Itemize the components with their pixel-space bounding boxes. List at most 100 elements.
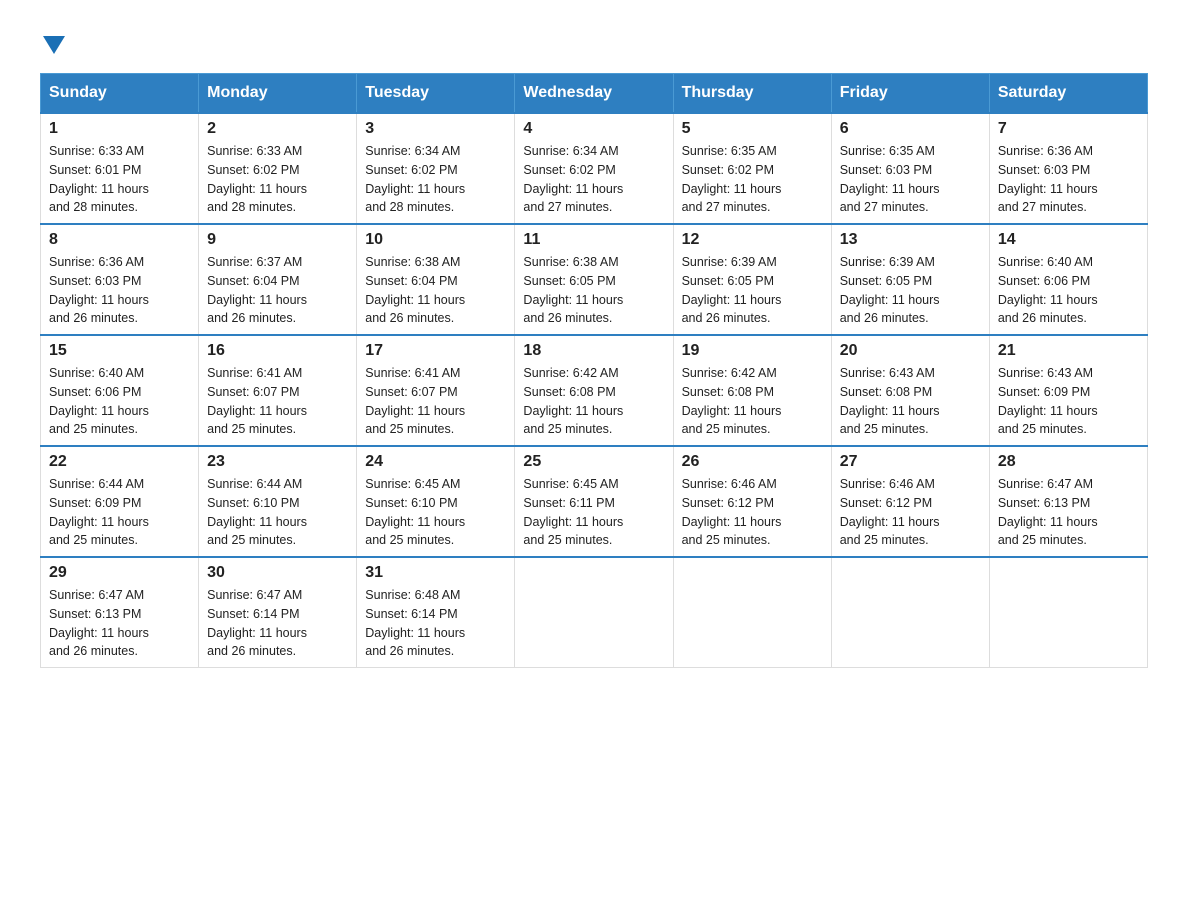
calendar-cell: [515, 557, 673, 668]
calendar-cell: 31 Sunrise: 6:48 AMSunset: 6:14 PMDaylig…: [357, 557, 515, 668]
calendar-cell: 23 Sunrise: 6:44 AMSunset: 6:10 PMDaylig…: [199, 446, 357, 557]
day-number: 30: [207, 564, 348, 582]
day-number: 9: [207, 231, 348, 249]
day-number: 15: [49, 342, 190, 360]
calendar-cell: 14 Sunrise: 6:40 AMSunset: 6:06 PMDaylig…: [989, 224, 1147, 335]
day-info: Sunrise: 6:36 AMSunset: 6:03 PMDaylight:…: [49, 255, 149, 325]
day-number: 12: [682, 231, 823, 249]
calendar-cell: 2 Sunrise: 6:33 AMSunset: 6:02 PMDayligh…: [199, 113, 357, 224]
day-number: 11: [523, 231, 664, 249]
day-number: 3: [365, 120, 506, 138]
day-info: Sunrise: 6:38 AMSunset: 6:05 PMDaylight:…: [523, 255, 623, 325]
day-number: 6: [840, 120, 981, 138]
day-number: 14: [998, 231, 1139, 249]
calendar-cell: 21 Sunrise: 6:43 AMSunset: 6:09 PMDaylig…: [989, 335, 1147, 446]
day-info: Sunrise: 6:47 AMSunset: 6:13 PMDaylight:…: [998, 477, 1098, 547]
day-info: Sunrise: 6:44 AMSunset: 6:09 PMDaylight:…: [49, 477, 149, 547]
day-info: Sunrise: 6:46 AMSunset: 6:12 PMDaylight:…: [682, 477, 782, 547]
day-number: 13: [840, 231, 981, 249]
day-info: Sunrise: 6:37 AMSunset: 6:04 PMDaylight:…: [207, 255, 307, 325]
header-row: SundayMondayTuesdayWednesdayThursdayFrid…: [41, 74, 1148, 114]
day-number: 18: [523, 342, 664, 360]
day-number: 7: [998, 120, 1139, 138]
day-info: Sunrise: 6:34 AMSunset: 6:02 PMDaylight:…: [523, 144, 623, 214]
day-info: Sunrise: 6:45 AMSunset: 6:10 PMDaylight:…: [365, 477, 465, 547]
day-number: 17: [365, 342, 506, 360]
day-info: Sunrise: 6:39 AMSunset: 6:05 PMDaylight:…: [682, 255, 782, 325]
day-number: 31: [365, 564, 506, 582]
day-info: Sunrise: 6:47 AMSunset: 6:13 PMDaylight:…: [49, 588, 149, 658]
calendar-cell: 4 Sunrise: 6:34 AMSunset: 6:02 PMDayligh…: [515, 113, 673, 224]
day-info: Sunrise: 6:36 AMSunset: 6:03 PMDaylight:…: [998, 144, 1098, 214]
calendar-cell: [673, 557, 831, 668]
day-number: 19: [682, 342, 823, 360]
calendar-cell: 8 Sunrise: 6:36 AMSunset: 6:03 PMDayligh…: [41, 224, 199, 335]
calendar-cell: 28 Sunrise: 6:47 AMSunset: 6:13 PMDaylig…: [989, 446, 1147, 557]
day-number: 23: [207, 453, 348, 471]
week-row-3: 15 Sunrise: 6:40 AMSunset: 6:06 PMDaylig…: [41, 335, 1148, 446]
day-info: Sunrise: 6:42 AMSunset: 6:08 PMDaylight:…: [682, 366, 782, 436]
header-saturday: Saturday: [989, 74, 1147, 114]
calendar-cell: 30 Sunrise: 6:47 AMSunset: 6:14 PMDaylig…: [199, 557, 357, 668]
day-number: 29: [49, 564, 190, 582]
page-header: [40, 30, 1148, 53]
day-info: Sunrise: 6:33 AMSunset: 6:01 PMDaylight:…: [49, 144, 149, 214]
calendar-cell: 13 Sunrise: 6:39 AMSunset: 6:05 PMDaylig…: [831, 224, 989, 335]
day-info: Sunrise: 6:35 AMSunset: 6:03 PMDaylight:…: [840, 144, 940, 214]
calendar-cell: 16 Sunrise: 6:41 AMSunset: 6:07 PMDaylig…: [199, 335, 357, 446]
week-row-2: 8 Sunrise: 6:36 AMSunset: 6:03 PMDayligh…: [41, 224, 1148, 335]
calendar-cell: 10 Sunrise: 6:38 AMSunset: 6:04 PMDaylig…: [357, 224, 515, 335]
day-info: Sunrise: 6:45 AMSunset: 6:11 PMDaylight:…: [523, 477, 623, 547]
logo: [40, 30, 65, 53]
calendar-cell: 18 Sunrise: 6:42 AMSunset: 6:08 PMDaylig…: [515, 335, 673, 446]
day-info: Sunrise: 6:40 AMSunset: 6:06 PMDaylight:…: [49, 366, 149, 436]
calendar-cell: 29 Sunrise: 6:47 AMSunset: 6:13 PMDaylig…: [41, 557, 199, 668]
day-info: Sunrise: 6:41 AMSunset: 6:07 PMDaylight:…: [207, 366, 307, 436]
week-row-1: 1 Sunrise: 6:33 AMSunset: 6:01 PMDayligh…: [41, 113, 1148, 224]
calendar-cell: 20 Sunrise: 6:43 AMSunset: 6:08 PMDaylig…: [831, 335, 989, 446]
header-wednesday: Wednesday: [515, 74, 673, 114]
day-number: 26: [682, 453, 823, 471]
calendar-cell: 22 Sunrise: 6:44 AMSunset: 6:09 PMDaylig…: [41, 446, 199, 557]
day-info: Sunrise: 6:34 AMSunset: 6:02 PMDaylight:…: [365, 144, 465, 214]
day-number: 27: [840, 453, 981, 471]
day-number: 25: [523, 453, 664, 471]
calendar-cell: 6 Sunrise: 6:35 AMSunset: 6:03 PMDayligh…: [831, 113, 989, 224]
day-number: 28: [998, 453, 1139, 471]
day-number: 22: [49, 453, 190, 471]
calendar-cell: [831, 557, 989, 668]
day-info: Sunrise: 6:41 AMSunset: 6:07 PMDaylight:…: [365, 366, 465, 436]
day-info: Sunrise: 6:38 AMSunset: 6:04 PMDaylight:…: [365, 255, 465, 325]
calendar-cell: [989, 557, 1147, 668]
calendar-cell: 3 Sunrise: 6:34 AMSunset: 6:02 PMDayligh…: [357, 113, 515, 224]
day-info: Sunrise: 6:35 AMSunset: 6:02 PMDaylight:…: [682, 144, 782, 214]
day-number: 20: [840, 342, 981, 360]
day-info: Sunrise: 6:39 AMSunset: 6:05 PMDaylight:…: [840, 255, 940, 325]
day-info: Sunrise: 6:44 AMSunset: 6:10 PMDaylight:…: [207, 477, 307, 547]
day-info: Sunrise: 6:43 AMSunset: 6:08 PMDaylight:…: [840, 366, 940, 436]
calendar-cell: 19 Sunrise: 6:42 AMSunset: 6:08 PMDaylig…: [673, 335, 831, 446]
day-info: Sunrise: 6:40 AMSunset: 6:06 PMDaylight:…: [998, 255, 1098, 325]
day-info: Sunrise: 6:47 AMSunset: 6:14 PMDaylight:…: [207, 588, 307, 658]
day-number: 10: [365, 231, 506, 249]
calendar-cell: 17 Sunrise: 6:41 AMSunset: 6:07 PMDaylig…: [357, 335, 515, 446]
day-number: 16: [207, 342, 348, 360]
calendar-cell: 7 Sunrise: 6:36 AMSunset: 6:03 PMDayligh…: [989, 113, 1147, 224]
calendar-cell: 1 Sunrise: 6:33 AMSunset: 6:01 PMDayligh…: [41, 113, 199, 224]
calendar-cell: 27 Sunrise: 6:46 AMSunset: 6:12 PMDaylig…: [831, 446, 989, 557]
calendar-cell: 26 Sunrise: 6:46 AMSunset: 6:12 PMDaylig…: [673, 446, 831, 557]
week-row-4: 22 Sunrise: 6:44 AMSunset: 6:09 PMDaylig…: [41, 446, 1148, 557]
calendar-table: SundayMondayTuesdayWednesdayThursdayFrid…: [40, 73, 1148, 668]
header-monday: Monday: [199, 74, 357, 114]
day-info: Sunrise: 6:46 AMSunset: 6:12 PMDaylight:…: [840, 477, 940, 547]
day-number: 5: [682, 120, 823, 138]
logo-triangle-icon: [43, 36, 65, 54]
day-number: 8: [49, 231, 190, 249]
day-number: 2: [207, 120, 348, 138]
day-info: Sunrise: 6:42 AMSunset: 6:08 PMDaylight:…: [523, 366, 623, 436]
week-row-5: 29 Sunrise: 6:47 AMSunset: 6:13 PMDaylig…: [41, 557, 1148, 668]
calendar-cell: 11 Sunrise: 6:38 AMSunset: 6:05 PMDaylig…: [515, 224, 673, 335]
day-number: 1: [49, 120, 190, 138]
header-tuesday: Tuesday: [357, 74, 515, 114]
day-number: 4: [523, 120, 664, 138]
